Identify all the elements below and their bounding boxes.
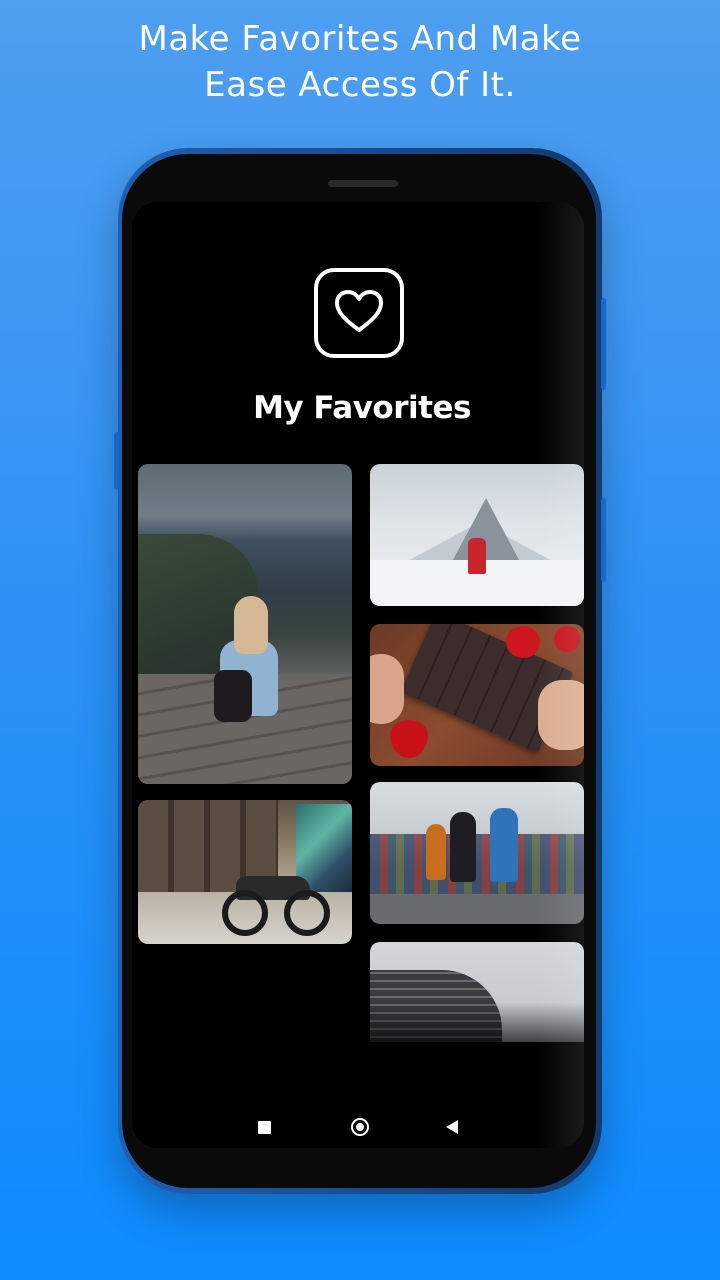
back-icon[interactable] [446, 1120, 458, 1134]
photo-cyclist [450, 812, 476, 882]
photo-strawberry [554, 626, 580, 652]
photo-crowd [370, 834, 584, 894]
home-icon[interactable] [351, 1118, 369, 1136]
phone-bezel: My Favorites [122, 154, 596, 1188]
photo-left-hand [370, 654, 404, 724]
favorite-photo-cyclists[interactable] [370, 782, 584, 924]
promo-headline: Make Favorites And Make Ease Access Of I… [0, 16, 720, 108]
photo-strawberry [390, 720, 428, 758]
page-title: My Favorites [253, 390, 471, 426]
favorite-photo-mountain[interactable] [370, 464, 584, 606]
earpiece-speaker [328, 180, 398, 187]
photo-cyclist [426, 824, 446, 880]
photo-wheel [284, 890, 330, 936]
phone-mockup: My Favorites [114, 148, 606, 1194]
photo-cyclist [490, 808, 518, 882]
power-button [601, 298, 606, 390]
bixby-button [601, 498, 606, 582]
recent-apps-icon[interactable] [258, 1121, 271, 1134]
promo-headline-line1: Make Favorites And Make [138, 19, 582, 59]
system-navigation-bar [132, 1102, 584, 1148]
favorite-photo-chocolate[interactable] [370, 624, 584, 766]
photo-hiker [468, 538, 486, 574]
heart-icon [314, 268, 404, 358]
favorite-photo-motorcycle[interactable] [138, 800, 352, 944]
heart-glyph [335, 290, 383, 332]
photo-road [370, 894, 584, 924]
photo-strawberry [506, 626, 540, 658]
promo-headline-line2: Ease Access Of It. [204, 65, 516, 105]
scroll-fade [132, 1002, 584, 1062]
volume-button [114, 432, 119, 490]
favorite-photo-cliff[interactable] [138, 464, 352, 784]
photo-wheel [222, 890, 268, 936]
photo-right-hand [538, 680, 584, 750]
photo-person-hair [234, 596, 268, 654]
phone-screen: My Favorites [132, 202, 584, 1148]
photo-backpack [214, 670, 252, 722]
